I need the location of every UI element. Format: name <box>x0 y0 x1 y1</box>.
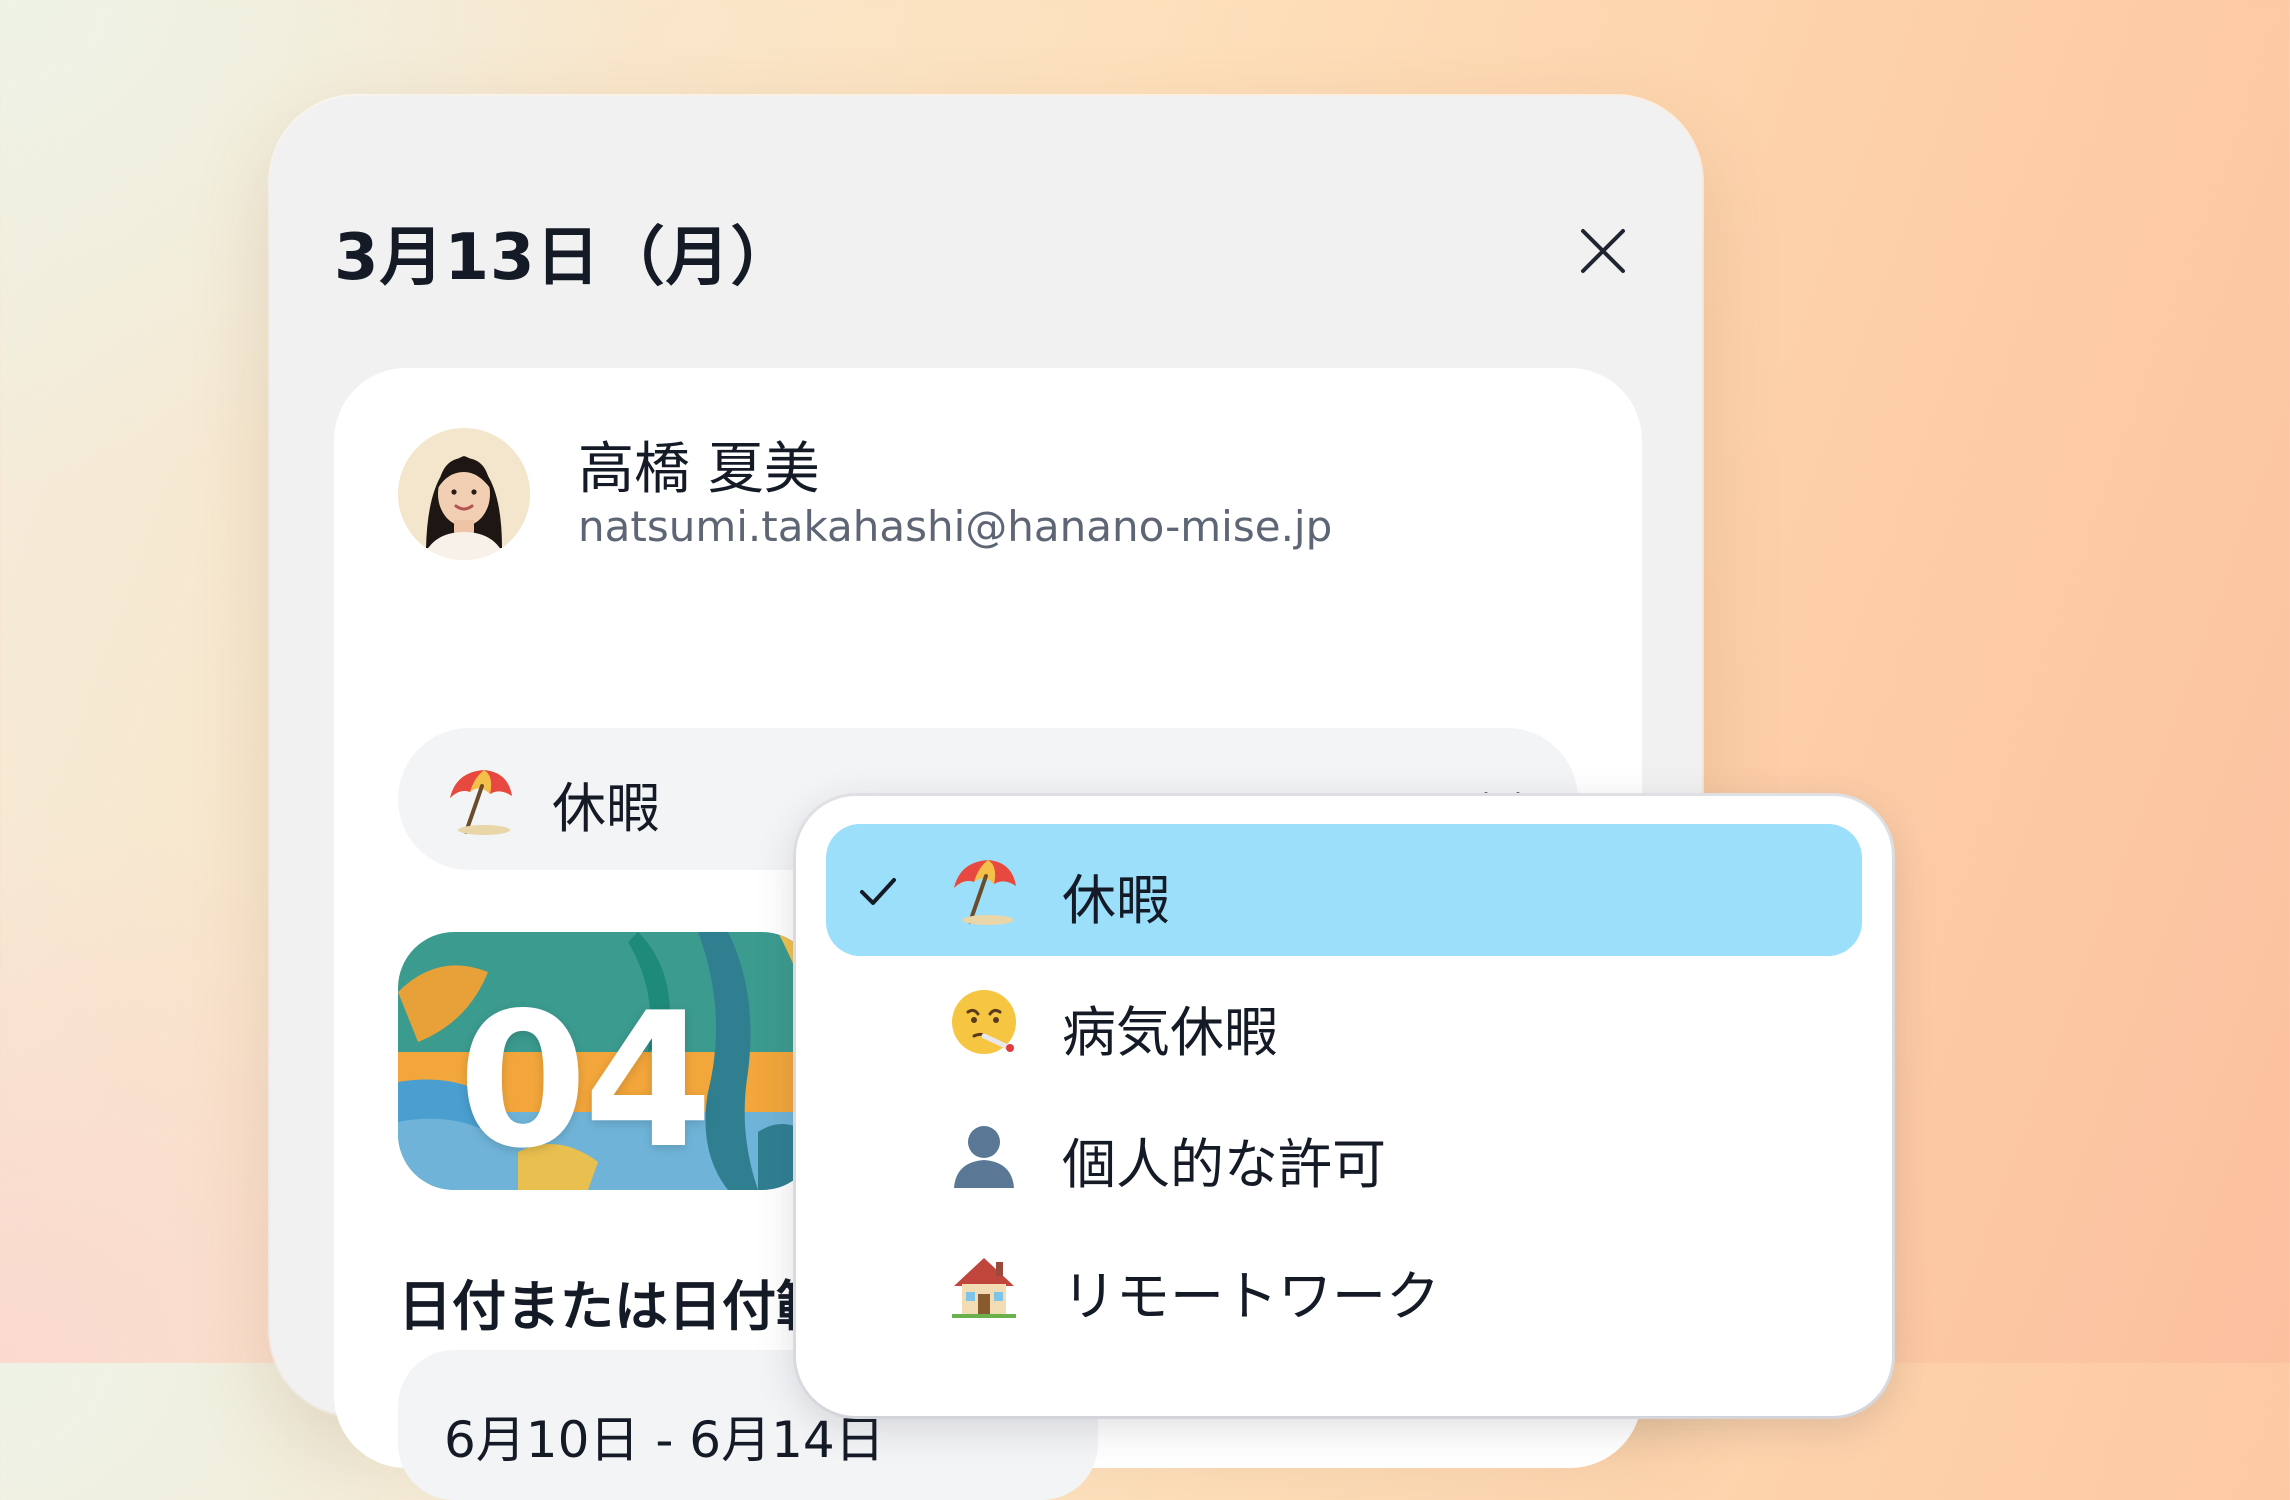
option-label: 休暇 <box>1062 869 1170 932</box>
option-label: 病気休暇 <box>1062 1001 1278 1064</box>
beach-umbrella-icon <box>450 770 512 835</box>
beach-umbrella-icon <box>954 860 1016 925</box>
date-range-value: 6月10日 - 6月14日 <box>444 1411 885 1469</box>
user-email: natsumi.takahashi@hanano-mise.jp <box>578 502 1333 551</box>
checkmark-icon <box>860 878 896 905</box>
leave-type-dropdown-menu: 休暇 病気休暇 個人的な許可 リモートワーク <box>796 796 1892 1416</box>
option-sick-leave[interactable]: 病気休暇 <box>826 956 1862 1088</box>
close-icon <box>1581 229 1625 273</box>
user-name: 高橋 夏美 <box>578 437 820 502</box>
option-label: 個人的な許可 <box>1062 1133 1386 1196</box>
person-silhouette-icon <box>954 1126 1014 1188</box>
option-personal-leave[interactable]: 個人的な許可 <box>826 1088 1862 1220</box>
vacation-banner-image: 04 <box>398 932 818 1190</box>
close-button[interactable] <box>1570 218 1636 284</box>
date-range-label: 日付または日付範囲 <box>398 1275 818 1338</box>
option-remote-work[interactable]: リモートワーク <box>826 1220 1862 1352</box>
option-vacation[interactable]: 休暇 <box>826 824 1862 956</box>
leave-type-selected-label: 休暇 <box>552 777 660 840</box>
sick-face-icon <box>952 990 1016 1054</box>
house-icon <box>952 1258 1016 1318</box>
banner-number: 04 <box>458 972 713 1189</box>
dialog-title: 3月13日（月） <box>334 221 796 295</box>
avatar <box>398 428 530 560</box>
option-label: リモートワーク <box>1062 1265 1440 1328</box>
